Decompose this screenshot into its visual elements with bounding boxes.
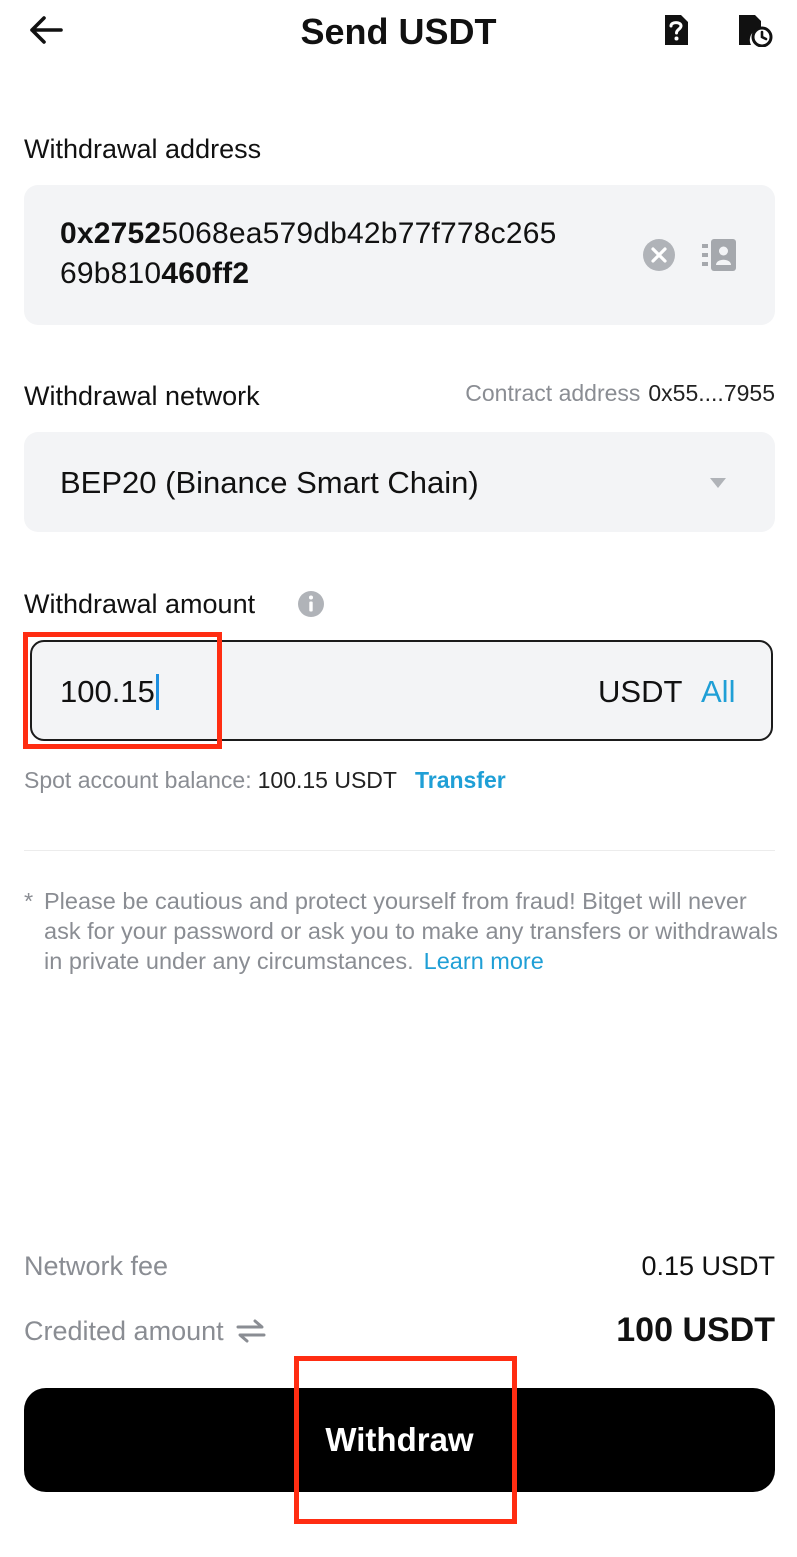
contract-address-label: Contract address <box>465 380 641 406</box>
history-clock-icon <box>735 13 773 52</box>
info-circle-icon[interactable] <box>297 590 325 623</box>
spot-balance: Spot account balance: 100.15 USDT Transfer <box>24 765 506 795</box>
history-button[interactable] <box>732 10 776 54</box>
clear-address-button[interactable] <box>642 238 676 277</box>
address-book-icon <box>702 239 736 276</box>
contract-address-value: 0x55....7955 <box>648 380 775 406</box>
text-caret <box>155 673 159 710</box>
credited-amount-toggle[interactable]: Credited amount <box>24 1315 266 1347</box>
address-prefix: 0x2752 <box>60 217 162 250</box>
network-fee-label: Network fee <box>24 1251 169 1281</box>
address-suffix: 460ff2 <box>161 257 250 290</box>
withdrawal-network-label: Withdrawal network <box>24 381 260 411</box>
fraud-warning: * Please be cautious and protect yoursel… <box>24 886 780 976</box>
withdraw-button[interactable]: Withdraw <box>24 1388 775 1492</box>
amount-input-value[interactable]: 100.15 <box>60 672 159 712</box>
transfer-link[interactable]: Transfer <box>415 767 506 793</box>
credited-amount-label: Credited amount <box>24 1316 224 1346</box>
divider <box>24 850 775 851</box>
help-button[interactable] <box>654 10 698 54</box>
balance-value: 100.15 USDT <box>257 767 397 793</box>
network-selected-value: BEP20 (Binance Smart Chain) <box>60 465 479 500</box>
withdrawal-address-label: Withdrawal address <box>24 134 262 164</box>
address-middle-2: 69b810 <box>60 257 162 290</box>
all-button[interactable]: All <box>701 672 735 712</box>
warning-star: * <box>24 888 34 914</box>
warning-text: Please be cautious and protect yourself … <box>44 888 779 974</box>
caret-down-icon <box>709 476 727 494</box>
clear-circle-icon <box>642 239 676 276</box>
help-document-icon <box>660 13 692 52</box>
amount-unit: USDT <box>598 674 683 709</box>
address-middle: 5068ea579db42b77f778c265 <box>161 217 557 250</box>
credited-amount-value: 100 USDT <box>616 1311 775 1349</box>
amount-text: 100.15 <box>60 674 155 709</box>
learn-more-link[interactable]: Learn more <box>424 948 544 974</box>
contract-address: Contract address 0x55....7955 <box>465 378 775 408</box>
swap-arrows-icon <box>236 1319 266 1343</box>
balance-label: Spot account balance: <box>24 767 252 793</box>
address-book-button[interactable] <box>702 238 736 277</box>
withdrawal-amount-label: Withdrawal amount <box>24 589 256 619</box>
address-value[interactable]: 0x27525068ea579db42b77f778c265 69b810460f… <box>60 214 620 294</box>
network-fee-value: 0.15 USDT <box>641 1251 775 1281</box>
